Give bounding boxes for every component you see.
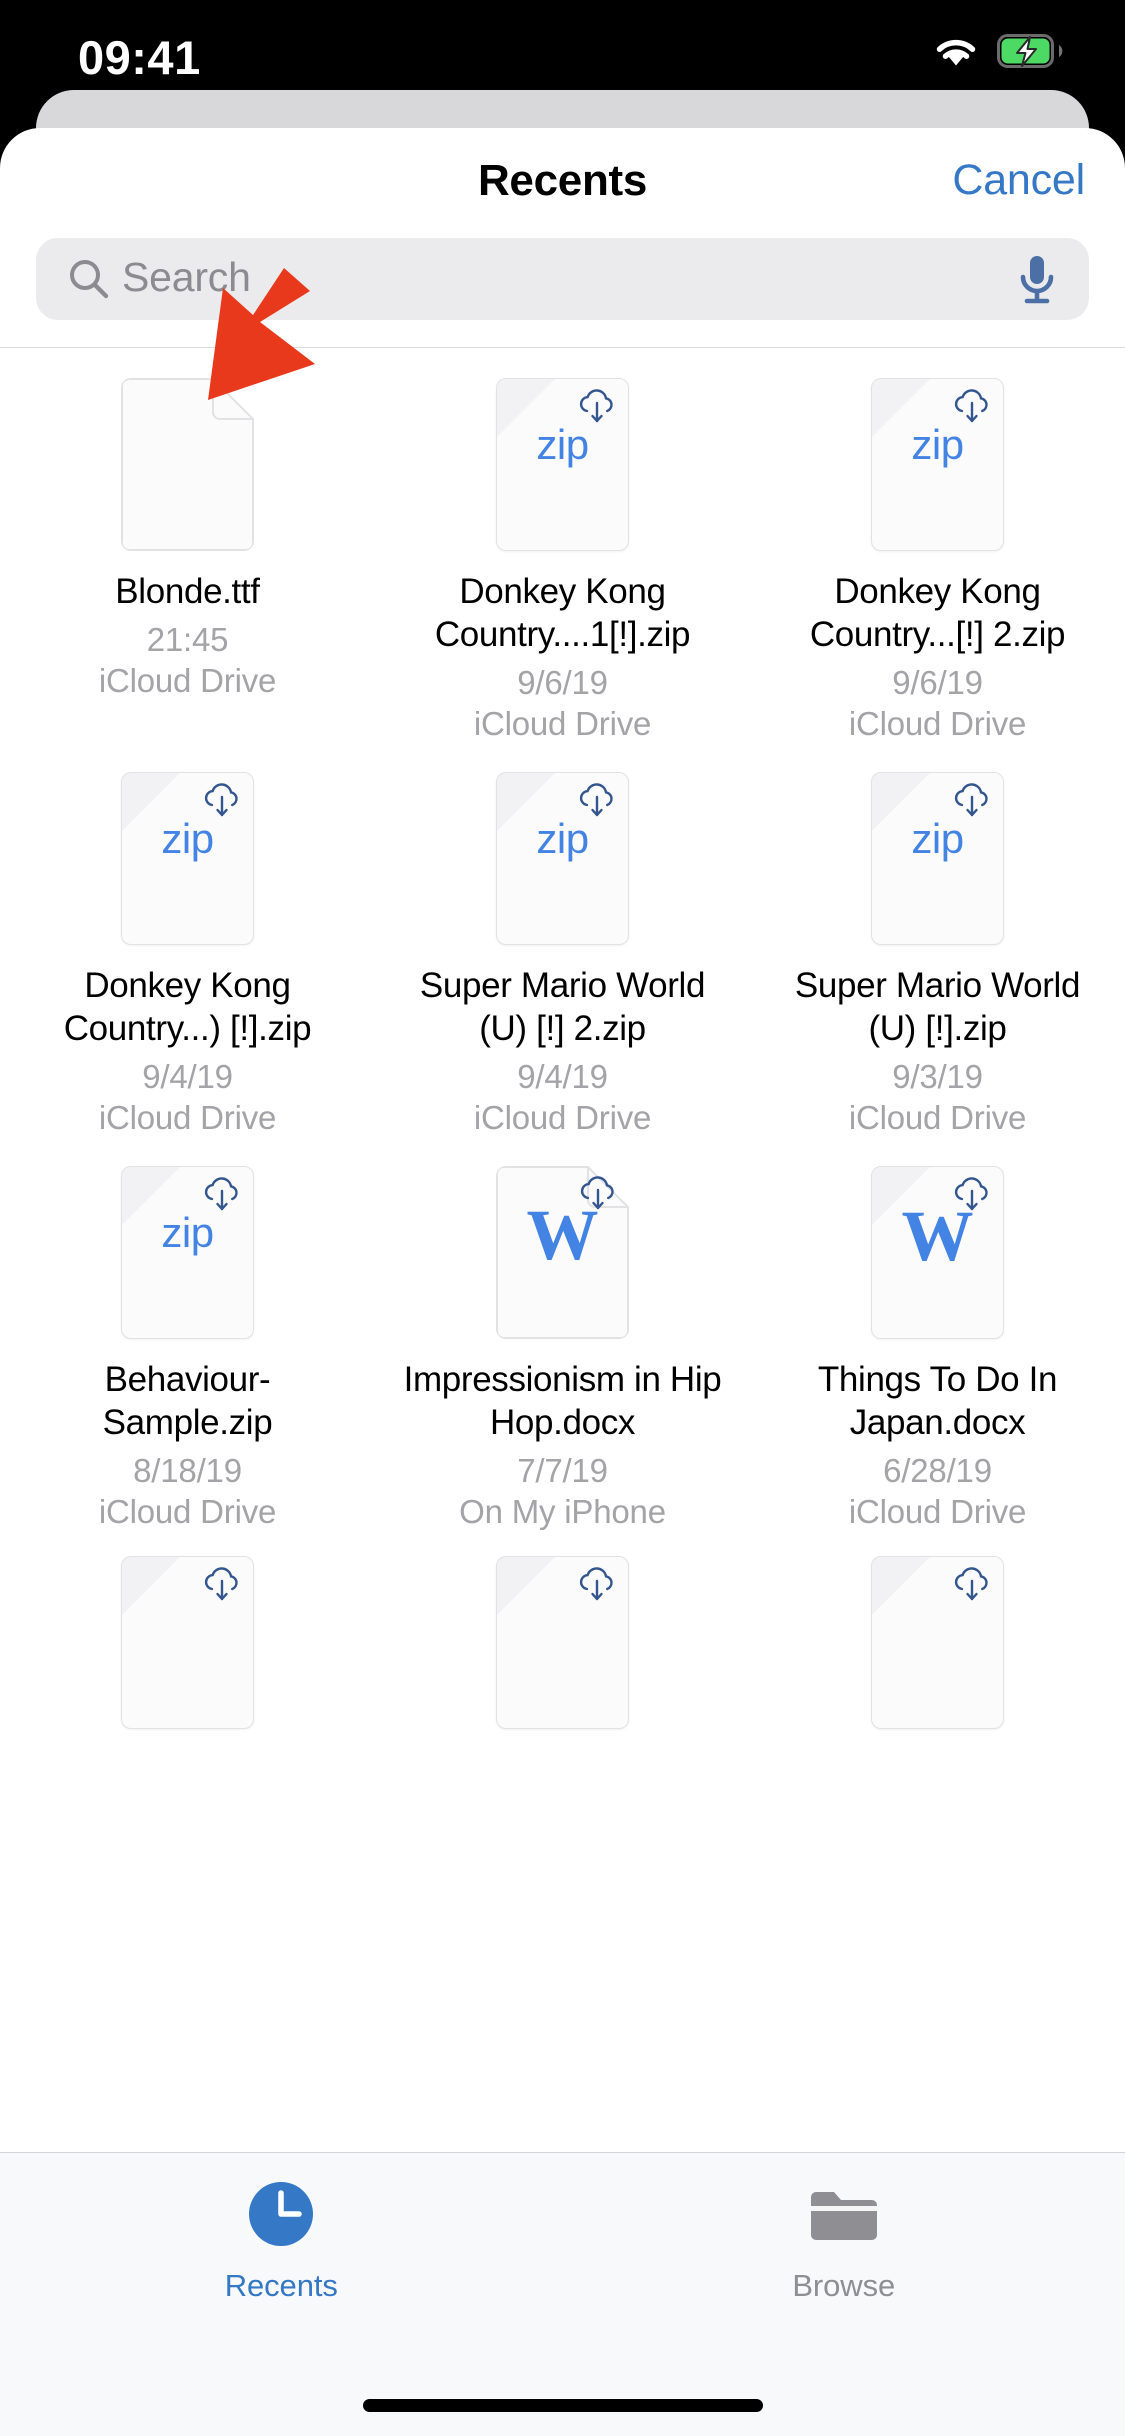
file-name: Donkey Kong Country....1[!].zip — [434, 572, 691, 654]
file-icon-zip: zip — [496, 378, 629, 551]
home-indicator — [362, 2399, 763, 2412]
cloud-download-icon[interactable] — [577, 1174, 619, 1221]
file-icon-zip: zip — [496, 772, 629, 945]
file-location: iCloud Drive — [848, 1493, 1027, 1530]
file-item[interactable]: zip Behaviour-Sample.zip 8/18/19 iCloud … — [0, 1138, 375, 1532]
file-date: 9/4/19 — [142, 1058, 233, 1095]
file-date: 9/6/19 — [517, 664, 608, 701]
file-date: 9/4/19 — [517, 1058, 608, 1095]
file-name: Things To Do In Japan.docx — [817, 1360, 1058, 1442]
file-icon-word: W — [496, 1166, 629, 1339]
grid-row: zip Donkey Kong Country...) [!].zip 9/4/… — [0, 744, 1125, 1138]
file-name: Blonde.ttf — [115, 572, 260, 611]
file-item[interactable]: Blonde.ttf 21:45 iCloud Drive — [0, 350, 375, 744]
file-item[interactable]: W Things To Do In Japan.docx 6/28/19 iCl… — [750, 1138, 1125, 1532]
file-location: iCloud Drive — [848, 1099, 1027, 1136]
tab-recents[interactable]: Recents — [0, 2153, 563, 2436]
folder-icon — [805, 2175, 883, 2258]
file-icon-blank — [121, 378, 254, 551]
file-icon-zip — [496, 1556, 629, 1729]
tab-browse-label: Browse — [792, 2268, 896, 2303]
navigation-bar: Recents Cancel — [0, 128, 1125, 238]
file-name: Donkey Kong Country...[!] 2.zip — [809, 572, 1066, 654]
cloud-download-icon[interactable] — [951, 1565, 993, 1612]
status-bar-indicators — [931, 32, 1063, 70]
file-location: iCloud Drive — [98, 662, 277, 699]
file-item[interactable]: W Impressionism in Hip Hop.docx 7/7/19 O… — [375, 1138, 750, 1532]
tab-browse[interactable]: Browse — [563, 2153, 1125, 2436]
file-grid[interactable]: Blonde.ttf 21:45 iCloud Drive zip Donkey… — [0, 350, 1125, 2280]
file-date: 21:45 — [146, 621, 229, 658]
grid-row: zip Behaviour-Sample.zip 8/18/19 iCloud … — [0, 1138, 1125, 1532]
file-date: 8/18/19 — [133, 1452, 242, 1489]
file-location: iCloud Drive — [473, 1099, 652, 1136]
search-bar-container: Search — [0, 238, 1125, 348]
wifi-icon — [931, 32, 981, 70]
status-bar-time: 09:41 — [78, 31, 201, 84]
file-date: 7/7/19 — [517, 1452, 608, 1489]
grid-row-partial — [0, 1532, 1125, 1729]
file-date: 6/28/19 — [883, 1452, 992, 1489]
file-date: 9/6/19 — [892, 664, 983, 701]
clock-icon — [242, 2175, 320, 2258]
cloud-download-icon[interactable] — [201, 781, 243, 828]
file-location: iCloud Drive — [473, 705, 652, 742]
file-item[interactable]: zip Donkey Kong Country...[!] 2.zip 9/6/… — [750, 350, 1125, 744]
tab-bar: Recents Browse — [0, 2152, 1125, 2436]
cloud-download-icon[interactable] — [201, 1565, 243, 1612]
cloud-download-icon[interactable] — [951, 387, 993, 434]
file-name: Impressionism in Hip Hop.docx — [403, 1360, 722, 1442]
file-name: Super Mario World (U) [!] 2.zip — [419, 966, 706, 1048]
file-date: 9/3/19 — [892, 1058, 983, 1095]
search-icon — [66, 256, 112, 307]
file-icon-zip — [121, 1556, 254, 1729]
file-item[interactable] — [375, 1532, 750, 1729]
cancel-button[interactable]: Cancel — [952, 156, 1085, 205]
file-name: Super Mario World (U) [!].zip — [794, 966, 1081, 1048]
file-icon-word: W — [871, 1166, 1004, 1339]
cloud-download-icon[interactable] — [201, 1175, 243, 1222]
file-icon-zip — [871, 1556, 1004, 1729]
cloud-download-icon[interactable] — [951, 1175, 993, 1222]
file-location: On My iPhone — [459, 1493, 666, 1530]
file-icon-zip: zip — [121, 1166, 254, 1339]
file-item[interactable]: zip Super Mario World (U) [!].zip 9/3/19… — [750, 744, 1125, 1138]
cloud-download-icon[interactable] — [951, 781, 993, 828]
status-bar: 09:41 — [0, 0, 1125, 132]
file-location: iCloud Drive — [98, 1493, 277, 1530]
file-icon-zip: zip — [121, 772, 254, 945]
search-input[interactable]: Search — [36, 238, 1089, 320]
tab-recents-label: Recents — [224, 2268, 338, 2303]
cloud-download-icon[interactable] — [576, 1565, 618, 1612]
file-icon-zip: zip — [871, 772, 1004, 945]
file-name: Donkey Kong Country...) [!].zip — [63, 966, 312, 1048]
document-picker-sheet: Recents Cancel Search Blonde.ttf 21:45 i… — [0, 128, 1125, 2436]
cloud-download-icon[interactable] — [576, 387, 618, 434]
battery-charging-icon — [997, 34, 1063, 68]
file-location: iCloud Drive — [98, 1099, 277, 1136]
file-name: Behaviour-Sample.zip — [102, 1360, 273, 1442]
file-icon-zip: zip — [871, 378, 1004, 551]
header-divider — [0, 347, 1125, 348]
file-item[interactable]: zip Donkey Kong Country....1[!].zip 9/6/… — [375, 350, 750, 744]
file-item[interactable]: zip Donkey Kong Country...) [!].zip 9/4/… — [0, 744, 375, 1138]
search-placeholder-text: Search — [122, 254, 251, 300]
file-location: iCloud Drive — [848, 705, 1027, 742]
file-item[interactable] — [0, 1532, 375, 1729]
cloud-download-icon[interactable] — [576, 781, 618, 828]
iphone-screen: 09:41 Recents Cancel Search Blonde.ttf 2… — [0, 0, 1125, 2436]
file-item[interactable] — [750, 1532, 1125, 1729]
microphone-icon[interactable] — [1013, 253, 1061, 312]
grid-row: Blonde.ttf 21:45 iCloud Drive zip Donkey… — [0, 350, 1125, 744]
file-item[interactable]: zip Super Mario World (U) [!] 2.zip 9/4/… — [375, 744, 750, 1138]
